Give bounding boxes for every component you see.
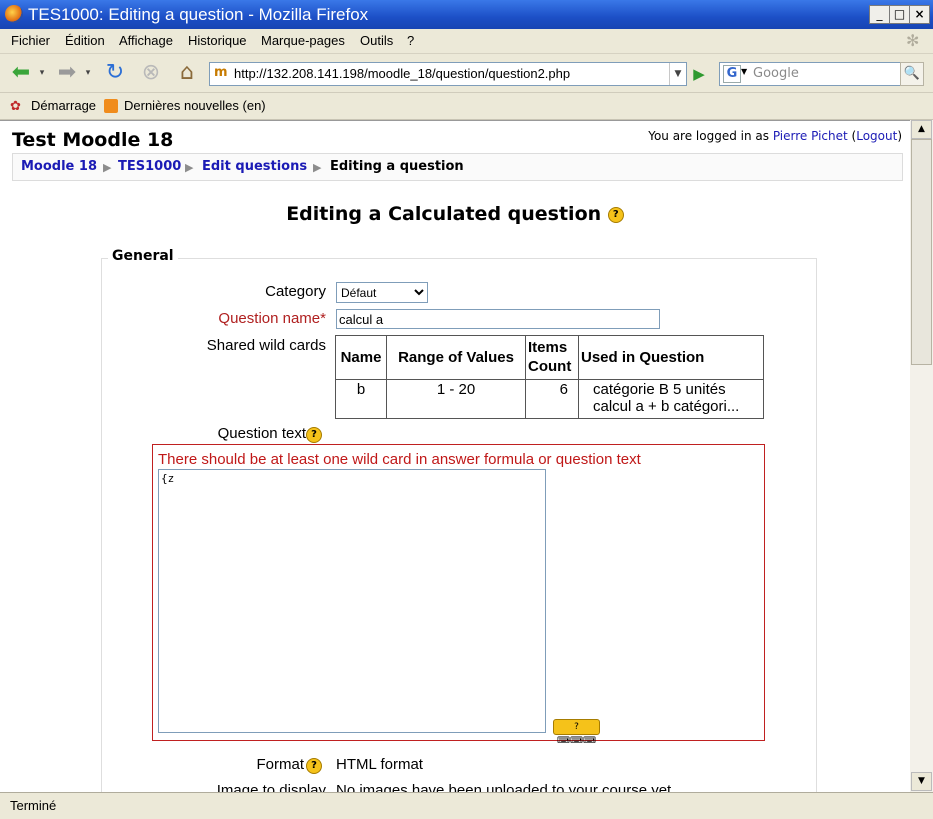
back-icon[interactable]: ⬅ xyxy=(8,60,34,86)
activity-throbber-icon: ✻ xyxy=(906,33,920,50)
stop-icon[interactable]: ⊗ xyxy=(138,60,164,86)
error-message: There should be at least one wild card i… xyxy=(158,451,641,468)
moodle-site-icon: m xyxy=(214,65,228,80)
menu-affichage[interactable]: Affichage xyxy=(119,33,173,48)
table-header-range: Range of Values xyxy=(386,335,526,380)
logout-link[interactable]: Logout xyxy=(856,129,897,143)
bookmark-demarrage[interactable]: Démarrage xyxy=(31,98,96,113)
scroll-up-icon[interactable]: ▲ xyxy=(911,120,932,139)
question-text-label: Question text xyxy=(217,425,306,442)
heading-text: Editing a Calculated question xyxy=(286,203,602,225)
question-text-area[interactable]: {z xyxy=(158,469,546,733)
wild-cards-table: Name Range of Values Items Count Used in… xyxy=(335,335,764,420)
category-select[interactable]: Défaut xyxy=(336,282,428,303)
back-history-icon[interactable]: ▾ xyxy=(36,60,48,86)
url-text[interactable]: http://132.208.141.198/moodle_18/questio… xyxy=(234,66,570,81)
table-row: b 1 - 20 6 catégorie B 5 unités calcul a… xyxy=(335,378,764,420)
firefox-icon xyxy=(5,5,23,23)
search-button[interactable]: 🔍 xyxy=(900,62,924,86)
format-help-icon[interactable]: ? xyxy=(306,758,322,774)
search-box[interactable]: G ▼ Google xyxy=(719,62,901,86)
menu-edition[interactable]: Édition xyxy=(65,33,105,48)
page-heading: Editing a Calculated question ? xyxy=(0,203,910,225)
status-text: Terminé xyxy=(10,798,57,813)
cell-name: b xyxy=(335,378,387,420)
engine-dropdown-icon[interactable]: ▼ xyxy=(741,67,747,76)
cell-used-in: catégorie B 5 unités calcul a + b catégo… xyxy=(578,378,764,420)
forward-icon[interactable]: ➡ xyxy=(54,60,80,86)
menu-bar: Fichier Édition Affichage Historique Mar… xyxy=(0,29,933,54)
home-icon[interactable]: ⌂ xyxy=(174,60,200,86)
url-dropdown-icon[interactable]: ▼ xyxy=(669,63,686,85)
reload-icon[interactable]: ↻ xyxy=(102,60,128,86)
login-prefix: You are logged in as xyxy=(648,129,773,143)
site-title: Test Moodle 18 xyxy=(12,129,174,151)
shared-wild-cards-label: Shared wild cards xyxy=(206,337,326,354)
rss-icon xyxy=(104,99,118,113)
menu-outils[interactable]: Outils xyxy=(360,33,393,48)
url-bar[interactable]: m http://132.208.141.198/moodle_18/quest… xyxy=(209,62,687,86)
keyboard-help-icon[interactable]: ? ⌨⌨⌨ xyxy=(553,719,600,746)
vertical-scrollbar[interactable]: ▲ ▼ xyxy=(910,120,933,792)
breadcrumb-separator-icon: ▶ xyxy=(185,161,194,174)
question-text-help-icon[interactable]: ? xyxy=(306,427,322,443)
table-header-items-count: Items Count xyxy=(525,335,579,380)
breadcrumb-course[interactable]: TES1000 xyxy=(118,159,181,174)
close-button[interactable]: × xyxy=(909,5,930,24)
status-bar: Terminé xyxy=(0,792,933,819)
format-label: Format xyxy=(256,756,304,773)
breadcrumb-separator-icon: ▶ xyxy=(103,161,112,174)
window-title: TES1000: Editing a question - Mozilla Fi… xyxy=(28,5,369,24)
help-icon[interactable]: ? xyxy=(607,206,624,223)
cell-items-count: 6 xyxy=(525,378,579,420)
bookmarks-toolbar: ✿ Démarrage Dernières nouvelles (en) xyxy=(0,93,933,120)
scroll-thumb[interactable] xyxy=(911,139,932,365)
breadcrumb: Moodle 18 ▶ TES1000 ▶ Edit questions ▶ E… xyxy=(12,153,903,181)
question-name-label: Question name* xyxy=(180,310,326,327)
question-name-text: Question name xyxy=(218,310,321,327)
go-button[interactable]: ▶ xyxy=(687,62,711,86)
scroll-down-icon[interactable]: ▼ xyxy=(911,772,932,791)
title-bar: TES1000: Editing a question - Mozilla Fi… xyxy=(0,0,933,29)
breadcrumb-separator-icon: ▶ xyxy=(313,161,322,174)
maximize-button[interactable]: □ xyxy=(889,5,910,24)
cell-range: 1 - 20 xyxy=(386,378,526,420)
category-label: Category xyxy=(265,283,326,300)
google-engine-icon[interactable]: G xyxy=(723,65,741,83)
format-value: HTML format xyxy=(336,756,423,773)
general-legend: General xyxy=(108,248,178,264)
login-info: You are logged in as Pierre Pichet (Logo… xyxy=(648,129,902,143)
menu-historique[interactable]: Historique xyxy=(188,33,247,48)
menu-fichier[interactable]: Fichier xyxy=(11,33,50,48)
breadcrumb-moodle[interactable]: Moodle 18 xyxy=(21,159,97,174)
menu-marque-pages[interactable]: Marque-pages xyxy=(261,33,345,48)
minimize-button[interactable]: _ xyxy=(869,5,890,24)
required-mark: * xyxy=(320,310,326,327)
bookmark-star-icon: ✿ xyxy=(10,98,21,113)
forward-history-icon[interactable]: ▾ xyxy=(82,60,94,86)
search-placeholder[interactable]: Google xyxy=(753,66,799,81)
table-header-used-in: Used in Question xyxy=(578,335,764,380)
breadcrumb-current: Editing a question xyxy=(330,159,464,174)
user-link[interactable]: Pierre Pichet xyxy=(773,129,848,143)
question-name-input[interactable] xyxy=(336,309,660,329)
table-header-name: Name xyxy=(335,335,387,380)
breadcrumb-edit-questions[interactable]: Edit questions xyxy=(202,159,307,174)
page-content: Test Moodle 18 You are logged in as Pier… xyxy=(0,120,910,793)
menu-help[interactable]: ? xyxy=(407,33,414,48)
bookmark-dernieres-nouvelles[interactable]: Dernières nouvelles (en) xyxy=(124,98,266,113)
